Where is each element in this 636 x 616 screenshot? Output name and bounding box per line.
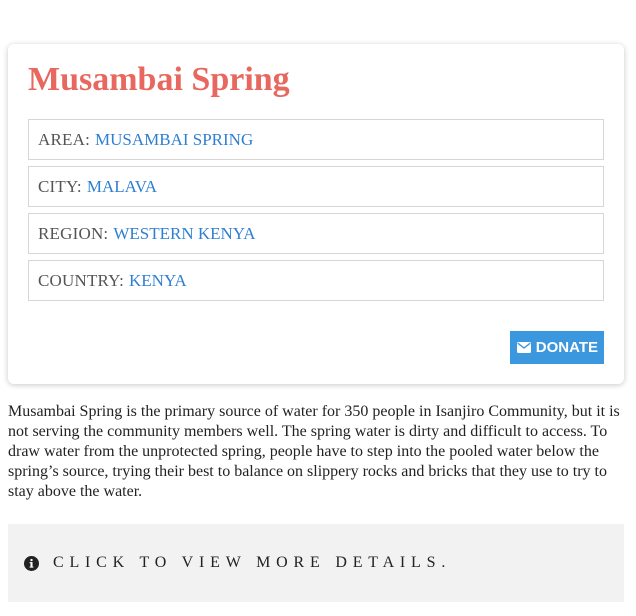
page-title: Musambai Spring [28, 61, 290, 98]
country-label: COUNTRY: [38, 270, 124, 290]
area-link[interactable]: MUSAMBAI SPRING [95, 130, 253, 150]
region-link[interactable]: WESTERN KENYA [113, 224, 255, 244]
donate-label: DONATE [535, 339, 598, 356]
location-info-list: AREA: MUSAMBAI SPRING CITY: MALAVA REGIO… [28, 119, 604, 307]
city-label: CITY: [38, 176, 82, 196]
info-row-area: AREA: MUSAMBAI SPRING [28, 119, 604, 160]
info-circle-icon [24, 555, 39, 571]
project-description: Musambai Spring is the primary source of… [8, 403, 620, 500]
city-link[interactable]: MALAVA [87, 177, 157, 197]
donate-button[interactable]: DONATE [509, 331, 604, 364]
region-label: REGION: [38, 223, 109, 243]
area-label: AREA: [38, 129, 90, 149]
info-row-country: COUNTRY: KENYA [28, 260, 604, 301]
envelope-icon [516, 342, 531, 353]
info-row-city: CITY: MALAVA [28, 166, 604, 207]
view-details-bar[interactable]: CLICK TO VIEW MORE DETAILS. [8, 524, 624, 602]
info-row-region: REGION: WESTERN KENYA [28, 213, 604, 254]
country-link[interactable]: KENYA [129, 271, 187, 291]
view-details-label: CLICK TO VIEW MORE DETAILS. [53, 554, 452, 571]
project-card: Musambai Spring AREA: MUSAMBAI SPRING CI… [8, 44, 624, 384]
